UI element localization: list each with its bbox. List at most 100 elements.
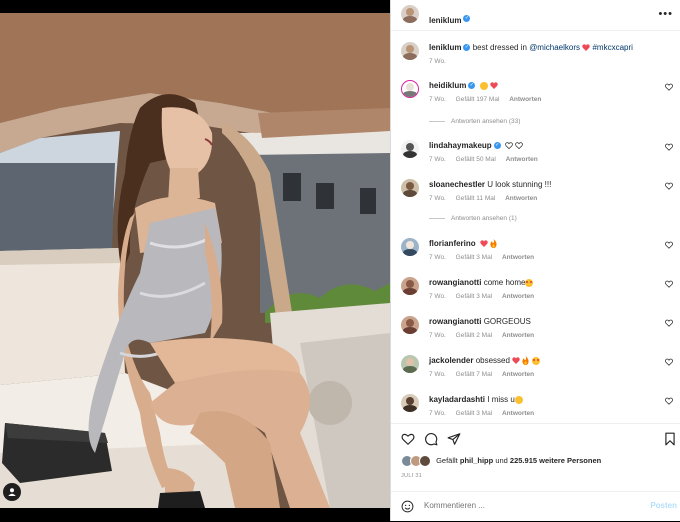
comment-row: heidiklum ✓ 7 Wo. Gefällt 197 Mal Antwort… [391, 78, 680, 128]
red-heart-icon [582, 44, 590, 52]
comment-avatar[interactable] [401, 238, 419, 256]
comment-username[interactable]: rowangianotti [429, 317, 481, 326]
liker-avatars [401, 455, 431, 467]
comment-input[interactable] [424, 501, 604, 510]
comment-body: obsessed [475, 356, 510, 365]
comment-likes[interactable]: Gefällt 11 Mal [456, 195, 496, 202]
comment-meta: 7 Wo. Gefällt 3 Mal Antworten [429, 254, 542, 261]
comment-text: lindahaymakeup ✓ [429, 141, 524, 150]
fire-emoji-icon [490, 239, 497, 249]
comment-text: heidiklum ✓ [429, 81, 498, 90]
reply-button[interactable]: Antworten [502, 371, 534, 378]
comment-time: 7 Wo. [429, 410, 446, 417]
person-icon [8, 488, 16, 496]
caption-hashtag-link[interactable]: #mkcxcapri [592, 43, 632, 52]
like-comment-heart-icon[interactable] [665, 83, 673, 91]
comment-text: rowangianotti come home [429, 278, 534, 287]
reply-button[interactable]: Antworten [502, 410, 534, 417]
comment-time: 7 Wo. [429, 96, 446, 103]
reply-button[interactable]: Antworten [505, 195, 537, 202]
add-comment-bar: Posten [391, 491, 680, 522]
comment-likes[interactable]: Gefällt 197 Mal [456, 96, 500, 103]
comment-text: rowangianotti GORGEOUS [429, 317, 531, 326]
comment-time: 7 Wo. [429, 254, 446, 261]
comment-text: jackolender obsessed [429, 356, 540, 366]
white-heart-icon [515, 142, 524, 150]
like-comment-heart-icon[interactable] [665, 397, 673, 405]
like-comment-heart-icon[interactable] [665, 319, 673, 327]
caption-meta: 7 Wo. [429, 58, 454, 65]
comment-username[interactable]: kayladardashti [429, 395, 485, 404]
comment-body: come home [483, 278, 526, 287]
comment-avatar[interactable] [401, 179, 419, 197]
comment-avatar[interactable] [401, 394, 419, 412]
comment-meta: 7 Wo. Gefällt 197 Mal Antworten [429, 96, 549, 103]
comment-row: kayladardashti I miss u 7 Wo. Gefällt 3 … [391, 392, 680, 421]
reply-button[interactable]: Antworten [502, 254, 534, 261]
comment-likes[interactable]: Gefällt 7 Mal [456, 371, 493, 378]
reply-button[interactable]: Antworten [506, 156, 538, 163]
comment-text: florianferino [429, 239, 497, 249]
post-comment-button[interactable]: Posten [650, 501, 677, 510]
comment-username[interactable]: jackolender [429, 356, 473, 365]
comment-likes[interactable]: Gefällt 50 Mal [456, 156, 496, 163]
share-paper-plane-icon[interactable] [447, 432, 461, 446]
like-comment-heart-icon[interactable] [665, 280, 673, 288]
view-replies-button[interactable]: Antworten ansehen (33) [429, 118, 520, 125]
like-comment-heart-icon[interactable] [665, 143, 673, 151]
comment-body: GORGEOUS [483, 317, 531, 326]
post-side-panel: leniklum ✓ ••• leniklum ✓ best dressed in … [390, 0, 680, 521]
post-photo[interactable] [0, 13, 390, 508]
comment-row: lindahaymakeup ✓ 7 Wo. Gefällt 50 Mal Ant… [391, 138, 680, 168]
comment-avatar[interactable] [401, 355, 419, 373]
comment-username[interactable]: florianferino [429, 239, 476, 248]
comment-likes[interactable]: Gefällt 3 Mal [456, 410, 493, 417]
comment-bubble-icon[interactable] [424, 432, 438, 446]
caption-mention-link[interactable]: @michaelkors [529, 43, 580, 52]
comment-avatar[interactable] [401, 277, 419, 295]
like-comment-heart-icon[interactable] [665, 358, 673, 366]
smiling-face-emoji-icon [514, 395, 523, 404]
comment-likes[interactable]: Gefällt 3 Mal [456, 254, 493, 261]
comment-username[interactable]: lindahaymakeup [429, 141, 492, 150]
comment-row: florianferino 7 Wo. Gefällt 3 Mal Antwor… [391, 236, 680, 266]
likes-count-link[interactable]: 225.915 weitere Personen [510, 456, 601, 465]
like-comment-heart-icon[interactable] [665, 182, 673, 190]
likes-user-link[interactable]: phil_hipp [460, 456, 493, 465]
reply-button[interactable]: Antworten [509, 96, 541, 103]
comment-text: kayladardashti I miss u [429, 395, 523, 404]
white-heart-icon [505, 142, 513, 150]
reply-button[interactable]: Antworten [502, 293, 534, 300]
comment-meta: 7 Wo. Gefällt 11 Mal Antworten [429, 195, 545, 202]
comment-avatar[interactable] [401, 80, 419, 98]
comment-username[interactable]: rowangianotti [429, 278, 481, 287]
comment-row: rowangianotti GORGEOUS 7 Wo. Gefällt 2 M… [391, 314, 680, 344]
comment-body: I miss u [487, 395, 515, 404]
save-bookmark-icon[interactable] [663, 432, 677, 446]
author-avatar[interactable] [401, 5, 419, 23]
more-options-icon[interactable]: ••• [658, 8, 673, 20]
caption-username[interactable]: leniklum [429, 43, 461, 52]
reply-button[interactable]: Antworten [502, 332, 534, 339]
caption-avatar[interactable] [401, 42, 419, 60]
author-username[interactable]: leniklum [429, 16, 461, 25]
caption-row: leniklum ✓ best dressed in @michaelkors #… [391, 40, 680, 76]
heart-eyes-emoji-icon [525, 278, 534, 287]
comment-username[interactable]: heidiklum [429, 81, 466, 90]
comment-avatar[interactable] [401, 140, 419, 158]
comment-avatar[interactable] [401, 316, 419, 334]
view-replies-label: Antworten ansehen (1) [451, 215, 517, 222]
comment-username[interactable]: sloanechestler [429, 180, 485, 189]
comments-list[interactable]: leniklum ✓ best dressed in @michaelkors #… [391, 31, 680, 421]
emoji-smiley-icon[interactable] [401, 500, 414, 513]
comment-time: 7 Wo. [429, 371, 446, 378]
comment-time: 7 Wo. [429, 293, 446, 300]
view-replies-button[interactable]: Antworten ansehen (1) [429, 215, 517, 222]
comment-likes[interactable]: Gefällt 3 Mal [456, 293, 493, 300]
like-heart-icon[interactable] [401, 432, 415, 446]
likes-summary[interactable]: Gefällt phil_hipp und 225.915 weitere Pe… [401, 455, 601, 469]
comment-likes[interactable]: Gefällt 2 Mal [456, 332, 493, 339]
like-comment-heart-icon[interactable] [665, 241, 673, 249]
tagged-user-icon[interactable] [3, 483, 21, 501]
caption-body: best dressed in [472, 43, 527, 52]
